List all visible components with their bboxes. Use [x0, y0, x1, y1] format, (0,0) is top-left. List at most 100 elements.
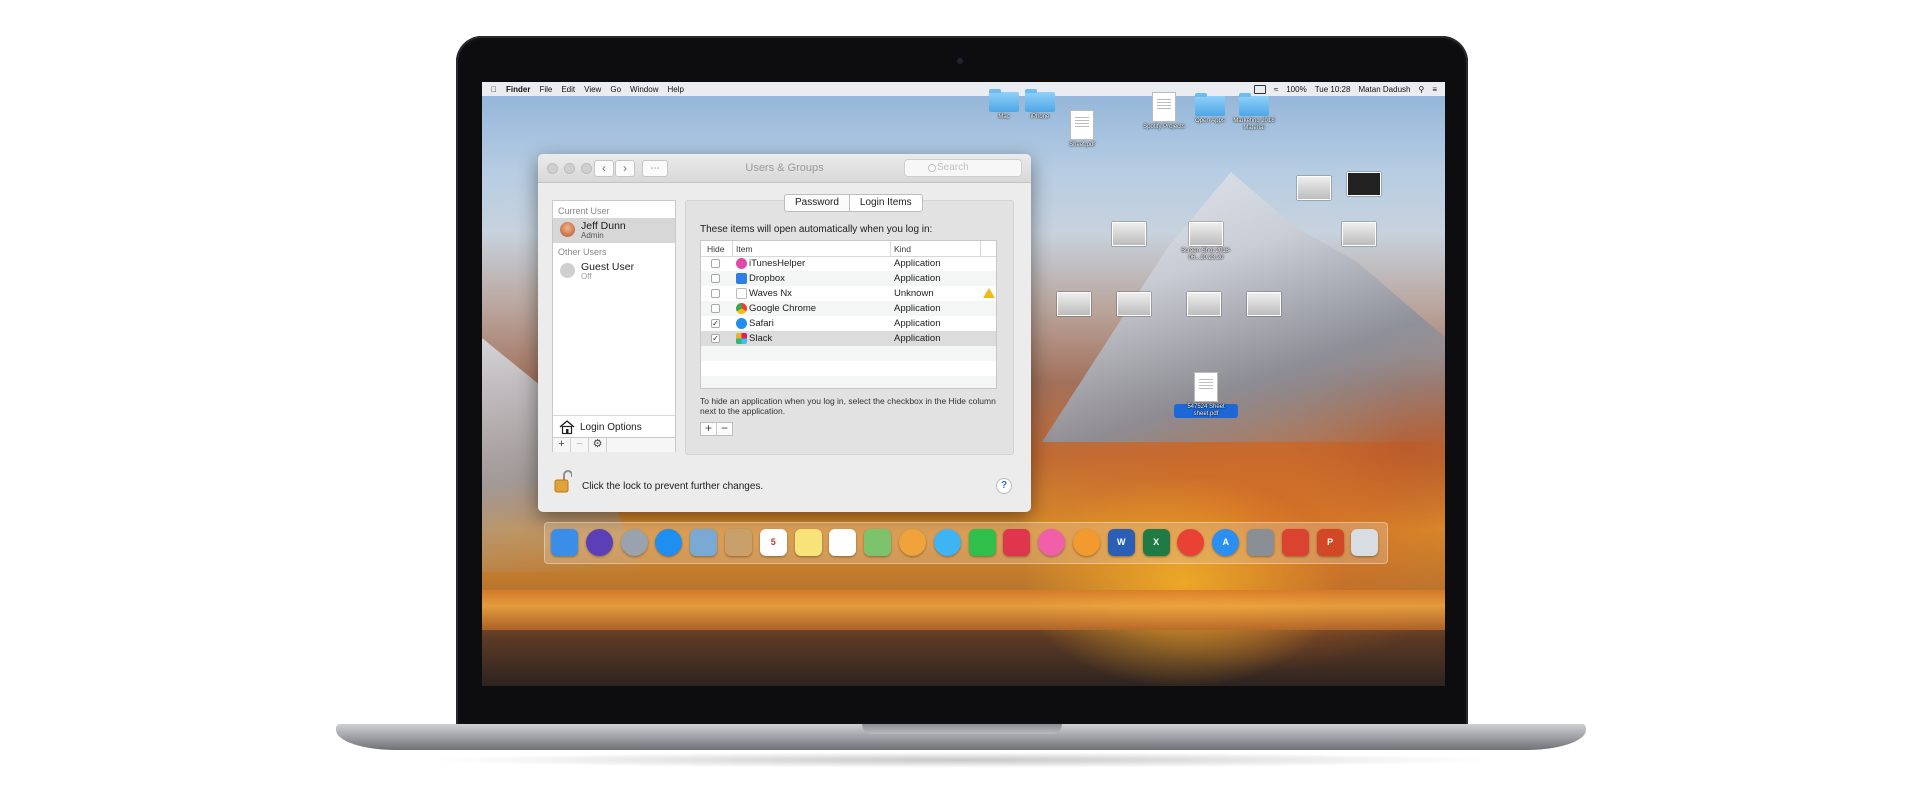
screenshot-thumbnail-icon: [1057, 292, 1091, 316]
users-sidebar: Current User Jeff Dunn Admin Other Users…: [552, 200, 676, 452]
column-kind[interactable]: Kind: [894, 244, 911, 254]
table-row[interactable]: Waves Nx Unknown: [701, 286, 996, 301]
warning-icon[interactable]: [983, 288, 995, 298]
siri-icon[interactable]: [585, 529, 613, 556]
sidebar-user-jeff-dunn[interactable]: Jeff Dunn Admin: [553, 218, 675, 243]
desktop-screenshot[interactable]: [1332, 172, 1396, 198]
add-login-item-button[interactable]: +: [701, 422, 716, 435]
contacts-icon[interactable]: [725, 529, 752, 556]
airmail-icon[interactable]: [1003, 529, 1031, 556]
unlocked-padlock-icon[interactable]: [554, 470, 572, 494]
powerpoint-icon[interactable]: P: [1316, 529, 1344, 556]
menu-help[interactable]: Help: [667, 85, 683, 94]
notes-icon[interactable]: [794, 529, 822, 556]
search-input[interactable]: Search: [904, 159, 1022, 177]
menu-window[interactable]: Window: [630, 85, 658, 94]
chrome-icon[interactable]: [1177, 529, 1205, 556]
lock-message: Click the lock to prevent further change…: [582, 481, 764, 492]
remove-user-button[interactable]: −: [571, 438, 589, 452]
hide-checkbox-checked[interactable]: ✓: [711, 319, 720, 328]
table-row[interactable]: iTunesHelper Application: [701, 256, 996, 271]
folder-icon: [1239, 93, 1269, 116]
apple-menu-icon[interactable]: : [491, 85, 497, 94]
menu-clock[interactable]: Tue 10:28: [1315, 85, 1351, 94]
item-name: Waves Nx: [749, 288, 792, 299]
item-name: Slack: [749, 333, 773, 344]
preview-icon[interactable]: [690, 529, 718, 556]
battery-percent[interactable]: 100%: [1286, 85, 1306, 94]
table-row[interactable]: ✓ Safari Application: [701, 316, 996, 331]
desktop-screenshot[interactable]: [1097, 222, 1161, 248]
menu-app-name[interactable]: Finder: [506, 85, 530, 94]
title-bar[interactable]: ‹ › ⋯ Users & Groups Search: [538, 154, 1031, 183]
airplay-icon[interactable]: [1253, 84, 1266, 94]
safari-icon[interactable]: [655, 529, 683, 556]
itunes-icon: [736, 258, 747, 269]
menu-edit[interactable]: Edit: [561, 85, 575, 94]
login-items-button-bar: + −: [700, 422, 733, 436]
search-icon: [928, 164, 936, 172]
table-row[interactable]: Google Chrome Application: [701, 301, 996, 316]
desktop-screenshot[interactable]: [1102, 292, 1166, 318]
desktop-file[interactable]: Sheet.pdf: [1050, 110, 1114, 149]
chrome-icon: [736, 303, 747, 314]
maps-icon[interactable]: [864, 529, 892, 556]
login-options-item[interactable]: Login Options: [553, 415, 675, 438]
finder-icon[interactable]: [551, 529, 578, 556]
facetime-icon[interactable]: [968, 529, 996, 556]
item-kind: Application: [894, 258, 941, 269]
tab-password[interactable]: Password: [785, 195, 849, 211]
desktop-screenshot[interactable]: [1327, 222, 1391, 248]
screenshot-thumbnail-icon: [1297, 176, 1331, 200]
desktop-screenshot[interactable]: [1232, 292, 1296, 318]
menu-go[interactable]: Go: [610, 85, 621, 94]
itunes-icon[interactable]: [1038, 529, 1066, 556]
wifi-icon[interactable]: ≈: [1274, 85, 1278, 94]
status-area: ≈ 100% Tue 10:28 Matan Dadush ⚲ ≡: [1253, 84, 1445, 94]
notification-center-icon[interactable]: ≡: [1432, 85, 1437, 94]
desktop-folder[interactable]: Marketing 2018 Material: [1222, 93, 1286, 132]
excel-icon[interactable]: X: [1142, 529, 1170, 556]
item-kind: Unknown: [894, 288, 934, 299]
tab-login-items[interactable]: Login Items: [848, 195, 922, 211]
spotlight-icon[interactable]: ⚲: [1418, 85, 1424, 94]
gear-icon[interactable]: ⚙: [589, 438, 607, 452]
reminders-icon[interactable]: [829, 529, 857, 556]
menu-user[interactable]: Matan Dadush: [1358, 85, 1410, 94]
table-header: Hide Item Kind: [701, 241, 996, 257]
desktop-icon-label: Screen Shot 2018-06...10.23.20: [1180, 248, 1232, 261]
hide-checkbox[interactable]: [711, 274, 720, 283]
desktop-screenshot[interactable]: Screen Shot 2018-06...10.23.20: [1174, 222, 1238, 262]
help-button[interactable]: ?: [996, 478, 1012, 494]
item-kind: Application: [894, 303, 941, 314]
desktop-file-selected[interactable]: 547524 Sheet sheet.pdf: [1174, 372, 1238, 418]
hide-checkbox[interactable]: [711, 289, 720, 298]
desktop-icon-label: 547524 Sheet sheet.pdf: [1174, 404, 1238, 418]
hide-checkbox[interactable]: [711, 304, 720, 313]
column-item[interactable]: Item: [736, 244, 753, 254]
launchpad-icon[interactable]: [620, 529, 648, 556]
guest-avatar-icon: [560, 263, 575, 278]
remove-login-item-button[interactable]: −: [716, 422, 732, 435]
ibooks-icon[interactable]: [1073, 529, 1100, 556]
table-row[interactable]: Dropbox Application: [701, 271, 996, 286]
column-hide[interactable]: Hide: [707, 244, 724, 254]
sidebar-user-guest[interactable]: Guest User Off: [553, 259, 675, 284]
table-row-selected[interactable]: ✓ Slack Application: [701, 331, 996, 346]
add-user-button[interactable]: +: [553, 438, 571, 452]
hide-checkbox[interactable]: [711, 259, 720, 268]
app-store-icon[interactable]: A: [1212, 529, 1240, 556]
word-icon[interactable]: W: [1107, 529, 1135, 556]
system-preferences-icon[interactable]: [1247, 529, 1274, 556]
calendar-icon[interactable]: 5: [759, 529, 787, 556]
trash-icon[interactable]: [1351, 529, 1379, 556]
dock: 5 WX A P: [544, 522, 1388, 564]
desktop-screenshot[interactable]: [1172, 292, 1236, 318]
messages-icon[interactable]: [933, 529, 961, 556]
remote-desktop-icon[interactable]: [1281, 529, 1309, 556]
desktop-screenshot[interactable]: [1042, 292, 1106, 318]
photos-icon[interactable]: [899, 529, 926, 556]
menu-view[interactable]: View: [584, 85, 601, 94]
hide-checkbox-checked[interactable]: ✓: [711, 334, 720, 343]
menu-file[interactable]: File: [539, 85, 552, 94]
